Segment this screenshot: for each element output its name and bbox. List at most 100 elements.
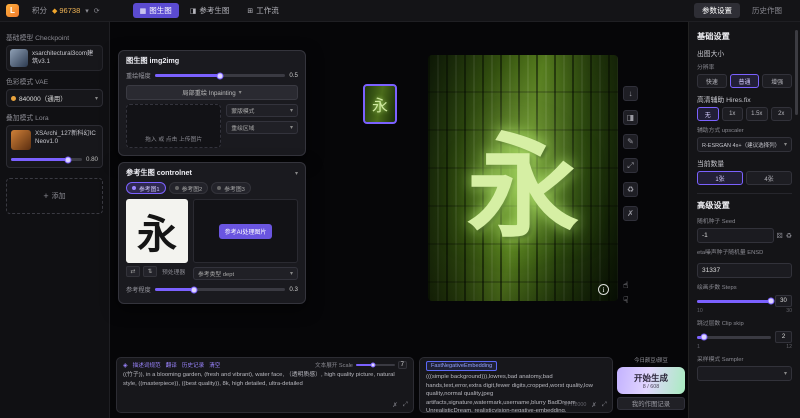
steps-slider[interactable]	[697, 300, 771, 303]
tab-params[interactable]: 参数设置	[694, 3, 740, 18]
vae-title: 色彩模式 VAE	[6, 76, 103, 86]
mask-mode-select[interactable]: 蒙版模式 ▾	[226, 104, 298, 117]
positive-prompt-box: ◈ 描述词规范 翻译 历史记录 清空 文本展开 Scale 7 ((竹子)), …	[116, 357, 414, 413]
nav-img2img-label: 图生图	[149, 5, 172, 16]
add-model-button[interactable]: + 添加	[6, 178, 103, 214]
clip-skip-label: 跳过层数 Clip skip	[697, 318, 792, 327]
negative-prompt-footer: 477/2000 ✗ ⤢	[564, 401, 607, 409]
toolbar-item-clear[interactable]: 清空	[209, 361, 220, 369]
send-to-img2img-icon[interactable]: ◨	[623, 110, 638, 125]
checkpoint-name: xsarchitectural3com建筑v3.1	[32, 50, 99, 66]
refresh-icon[interactable]: ⟳	[94, 7, 100, 15]
image-toolbar: ↓ ◨ ✎ ⤢ ♻ ✗	[623, 86, 638, 221]
vae-select[interactable]: 840000（通用） ▾	[6, 89, 103, 107]
count-4[interactable]: 4张	[746, 171, 792, 185]
toolbar-item-standard[interactable]: 描述词规范	[133, 361, 161, 369]
tab-history[interactable]: 历史作图	[744, 3, 790, 18]
cfg-scale-slider[interactable]	[356, 364, 395, 366]
generated-image[interactable]: 永	[428, 55, 618, 301]
reference-image[interactable]: 永	[126, 199, 188, 263]
hires-1x[interactable]: 1x	[722, 107, 744, 121]
vae-value: 840000（通用）	[19, 93, 92, 103]
ref-tab-3-label: 参考图3	[224, 184, 245, 193]
app-logo-icon[interactable]: L	[6, 4, 19, 17]
expand-icon[interactable]: ⤢	[403, 401, 408, 409]
my-records-button[interactable]: 我的作图记录	[617, 397, 685, 410]
collapse-icon[interactable]: ▾	[295, 170, 298, 177]
points-badge[interactable]: ◆ 96738	[52, 6, 80, 15]
ref-tab-1[interactable]: 参考图1	[126, 182, 166, 194]
denoise-slider[interactable]	[155, 74, 286, 77]
inpaint-button[interactable]: 局部重绘 Inpainting ▾	[126, 85, 298, 100]
nav-img2img[interactable]: ▦ 图生图	[133, 3, 179, 18]
ensd-label: eta噪声种子随机量 ENSD	[697, 247, 792, 256]
ref-type-select[interactable]: 参考类型 dept ▾	[193, 267, 298, 280]
inpaint-label: 局部重绘 Inpainting	[182, 88, 235, 97]
lora-weight-slider[interactable]	[11, 158, 82, 161]
info-icon[interactable]: i	[598, 284, 609, 295]
count-1[interactable]: 1张	[697, 171, 743, 185]
expand-icon[interactable]: ⤢	[602, 401, 607, 409]
download-icon[interactable]: ↓	[623, 86, 638, 101]
chevron-down-icon: ▾	[784, 141, 787, 148]
result-thumbnail[interactable]: 永	[363, 84, 397, 124]
controlnet-body: 永 ⇄ ⇅ 预处理器 参考AI处理图片 参考类型 dept ▾	[119, 196, 305, 280]
generate-button[interactable]: 开始生成 8 / 608	[617, 367, 685, 394]
flip-horizontal-icon[interactable]: ⇄	[126, 266, 140, 277]
ref-tab-3[interactable]: 参考图3	[211, 182, 251, 194]
points-label: 积分	[32, 5, 47, 16]
toolbar-item-translate[interactable]: 翻译	[166, 361, 177, 369]
lora-card[interactable]: XSArchi_127新科幻ICNeov1.0 0.80	[6, 125, 103, 168]
negative-embedding-tag[interactable]: FastNegativeEmbedding	[426, 361, 497, 371]
trash-icon[interactable]: ✗	[591, 401, 596, 409]
reference-image-column: 永 ⇄ ⇅ 预处理器	[126, 199, 188, 280]
edit-icon[interactable]: ✎	[623, 134, 638, 149]
ensd-input[interactable]	[697, 263, 792, 278]
nav-ref-generate[interactable]: ◨ 参考生图	[183, 3, 237, 18]
thumb-down-icon[interactable]: ☟	[623, 295, 628, 306]
status-dot-icon	[175, 186, 179, 190]
ref-strength-slider[interactable]	[155, 288, 286, 291]
resolution-fast[interactable]: 快速	[697, 74, 727, 88]
ref-tab-2[interactable]: 参考图2	[169, 182, 209, 194]
thumbnail-glyph: 永	[372, 92, 388, 116]
seed-input[interactable]	[697, 228, 774, 243]
fullscreen-icon[interactable]: ⤢	[623, 158, 638, 173]
char-count: 477/2000	[564, 402, 586, 408]
upscaler-select[interactable]: R-ESRGAN 4x+（建议选择列） ▾	[697, 137, 792, 152]
resolution-enhanced[interactable]: 增强	[762, 74, 792, 88]
nav-workflow[interactable]: ⊞ 工作流	[240, 3, 285, 18]
upload-hint: 拖入 或 点击 上传图片	[145, 134, 202, 143]
mask-mode-label: 蒙版模式	[231, 106, 254, 115]
thumb-up-icon[interactable]: ☝	[623, 280, 628, 291]
workflow-icon: ⊞	[247, 7, 253, 15]
chevron-down-icon[interactable]: ▾	[85, 7, 89, 15]
mask-area-select[interactable]: 重绘区域 ▾	[226, 121, 298, 134]
denoise-label: 重绘幅度	[126, 71, 151, 80]
resolution-normal[interactable]: 普通	[730, 74, 760, 88]
hires-1-5x[interactable]: 1.5x	[746, 107, 768, 121]
lora-title: 叠加模式 Lora	[6, 112, 103, 122]
reuse-seed-icon[interactable]: ♻	[786, 232, 792, 240]
trash-icon[interactable]: ✗	[392, 401, 397, 409]
params-scrollbar[interactable]	[795, 30, 798, 115]
checkpoint-card[interactable]: xsarchitectural3com建筑v3.1	[6, 45, 103, 71]
toolbar-item-history[interactable]: 历史记录	[182, 361, 204, 369]
regenerate-icon[interactable]: ♻	[623, 182, 638, 197]
dice-icon[interactable]: ⚄	[777, 232, 783, 240]
hires-2x[interactable]: 2x	[771, 107, 793, 121]
ref-tab-1-label: 参考图1	[139, 184, 160, 193]
delete-icon[interactable]: ✗	[623, 206, 638, 221]
clip-skip-slider[interactable]	[697, 336, 771, 339]
chevron-down-icon: ▾	[290, 107, 293, 114]
chevron-down-icon: ▾	[784, 370, 787, 377]
flip-vertical-icon[interactable]: ⇅	[143, 266, 157, 277]
ai-process-button[interactable]: 参考AI处理图片	[219, 224, 273, 239]
hires-none[interactable]: 无	[697, 107, 719, 121]
upload-dropzone[interactable]: 拖入 或 点击 上传图片	[126, 104, 221, 148]
img2img-body: 拖入 或 点击 上传图片 蒙版模式 ▾ 重绘区域 ▾	[119, 102, 305, 154]
preprocessor-label: 预处理器	[162, 267, 185, 276]
sampler-select[interactable]: ▾	[697, 366, 792, 381]
clip-skip-max: 12	[786, 344, 792, 350]
positive-prompt-input[interactable]: ((竹子)), in a blooming garden, (fresh and…	[123, 371, 407, 388]
